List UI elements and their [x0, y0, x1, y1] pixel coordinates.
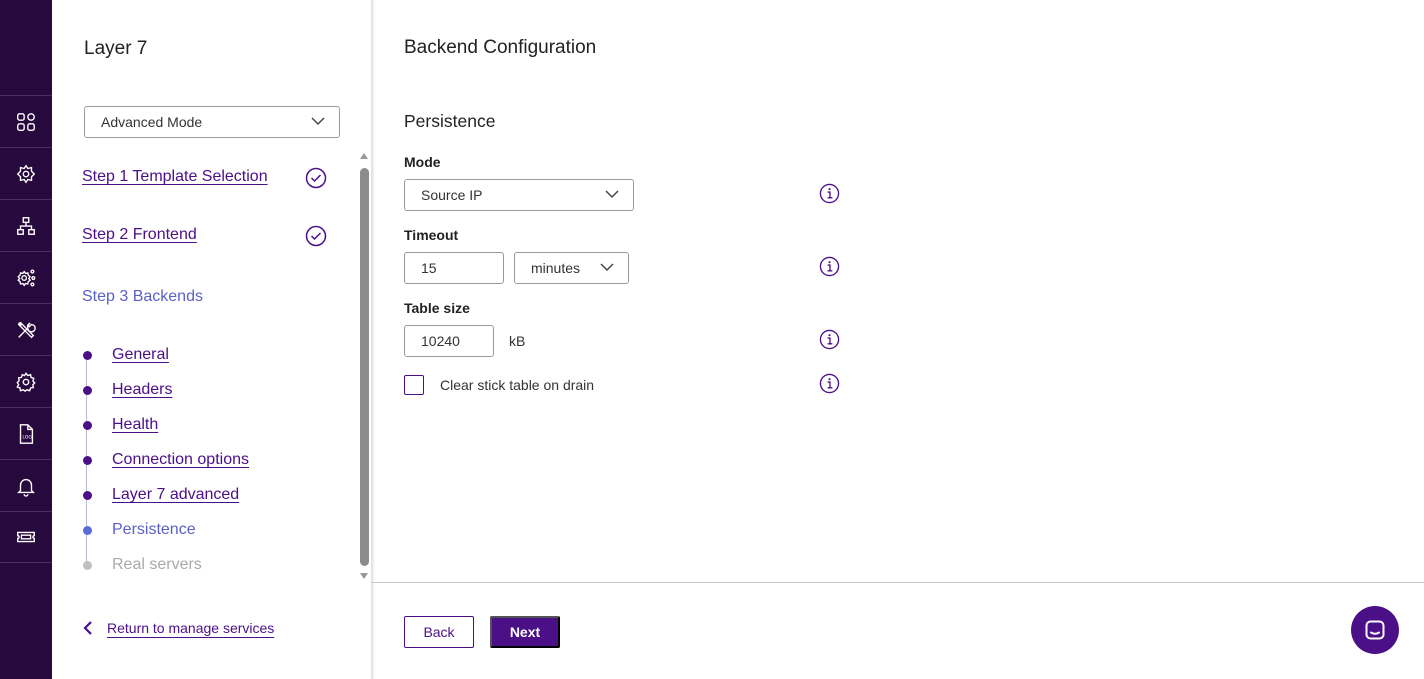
section-title: Persistence — [404, 111, 496, 131]
substep-dot — [83, 386, 92, 395]
page-title: Backend Configuration — [404, 37, 597, 58]
substep-persistence-current: Persistence — [112, 521, 196, 538]
return-to-services-link[interactable]: Return to manage services — [82, 620, 274, 636]
substep-connection-options-link[interactable]: Connection options — [112, 451, 249, 469]
bell-icon[interactable] — [0, 459, 52, 511]
wizard-panel: Layer 7 Advanced Mode Step 1 Template Se… — [52, 0, 372, 679]
cluster-settings-icon[interactable] — [0, 251, 52, 303]
log-icon[interactable]: LOG — [0, 407, 52, 459]
back-button[interactable]: Back — [404, 616, 474, 648]
info-icon[interactable] — [819, 329, 840, 350]
chevron-down-icon — [600, 263, 614, 272]
substep-real-servers-pending: Real servers — [112, 556, 202, 573]
info-icon[interactable] — [819, 183, 840, 204]
check-circle-icon — [305, 225, 327, 247]
step-template-selection-link[interactable]: Step 1 Template Selection — [82, 168, 268, 186]
wizard-mode-value: Advanced Mode — [101, 114, 203, 130]
info-icon[interactable] — [819, 373, 840, 394]
svg-text:LOG: LOG — [22, 434, 32, 440]
footer-divider — [372, 582, 1424, 583]
services-icon[interactable] — [0, 147, 52, 199]
substep-dot — [83, 351, 92, 360]
scroll-up-arrow[interactable] — [360, 153, 368, 159]
step-backends-current: Step 3 Backends — [82, 288, 203, 305]
substep-dot-current — [83, 526, 92, 535]
chevron-down-icon — [311, 117, 325, 126]
table-size-input[interactable]: 10240 — [404, 325, 494, 357]
settings-icon[interactable] — [0, 355, 52, 407]
network-icon[interactable] — [0, 199, 52, 251]
next-button[interactable]: Next — [490, 616, 560, 648]
info-icon[interactable] — [819, 256, 840, 277]
ticket-icon[interactable] — [0, 511, 52, 563]
substep-dot — [83, 456, 92, 465]
scroll-down-arrow[interactable] — [360, 573, 368, 579]
icon-rail: LOG — [0, 0, 52, 679]
dashboard-icon[interactable] — [0, 95, 52, 147]
table-size-label: Table size — [404, 300, 470, 316]
wizard-mode-select[interactable]: Advanced Mode — [84, 106, 340, 138]
scrollbar-thumb[interactable] — [360, 168, 369, 566]
persistence-mode-select[interactable]: Source IP — [404, 179, 634, 211]
panel-divider — [371, 0, 375, 679]
substep-dot — [83, 421, 92, 430]
substep-layer7-advanced-link[interactable]: Layer 7 advanced — [112, 486, 239, 504]
table-size-value: 10240 — [421, 333, 460, 349]
substep-dot — [83, 491, 92, 500]
persistence-mode-value: Source IP — [421, 187, 483, 203]
timeout-label: Timeout — [404, 227, 459, 243]
timeout-unit-value: minutes — [531, 260, 581, 276]
chat-button[interactable] — [1351, 606, 1399, 654]
substep-dot-pending — [83, 561, 92, 570]
substep-health-link[interactable]: Health — [112, 416, 158, 434]
chevron-down-icon — [605, 190, 619, 199]
chat-icon — [1365, 620, 1385, 640]
step-frontend-link[interactable]: Step 2 Frontend — [82, 226, 197, 244]
table-size-unit: kB — [509, 333, 526, 349]
chevron-left-icon — [83, 621, 92, 635]
clear-stick-table-label: Clear stick table on drain — [440, 377, 595, 393]
timeout-value: 15 — [421, 260, 437, 276]
timeout-input[interactable]: 15 — [404, 252, 504, 284]
substep-headers-link[interactable]: Headers — [112, 381, 172, 399]
panel-title: Layer 7 — [84, 38, 148, 59]
tools-icon[interactable] — [0, 303, 52, 355]
timeout-unit-select[interactable]: minutes — [514, 252, 629, 284]
return-link-label: Return to manage services — [107, 620, 275, 636]
mode-label: Mode — [404, 154, 441, 170]
clear-stick-table-checkbox[interactable] — [404, 375, 424, 395]
substep-general-link[interactable]: General — [112, 346, 169, 364]
check-circle-icon — [305, 167, 327, 189]
